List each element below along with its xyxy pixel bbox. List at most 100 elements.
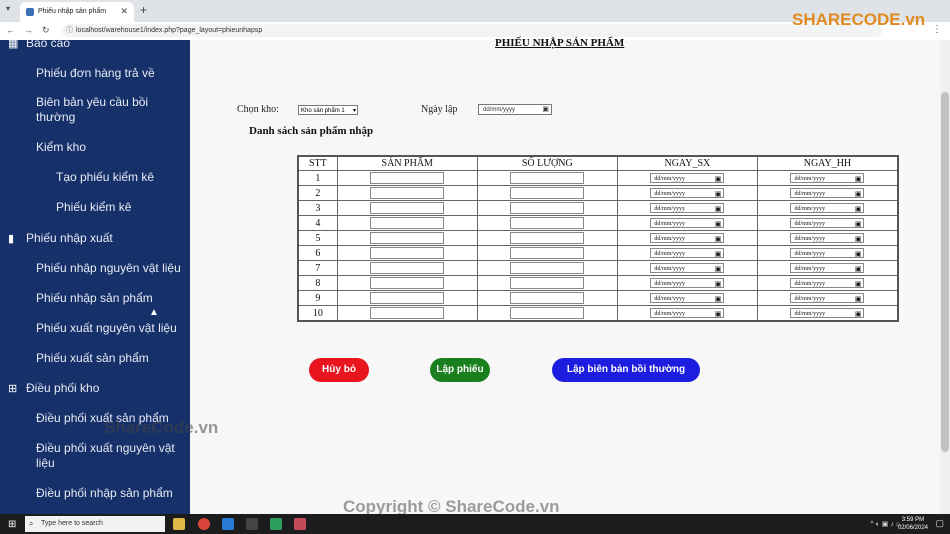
create-button[interactable]: Lập phiếu xyxy=(430,358,490,382)
browser-menu-icon[interactable]: ⋮ xyxy=(932,24,942,35)
app-icon-2[interactable] xyxy=(294,518,306,530)
warehouse-select[interactable]: Kho sản phẩm 1 ▾ xyxy=(298,105,358,115)
calendar-icon[interactable]: ▣ xyxy=(715,219,722,229)
quantity-input[interactable] xyxy=(510,187,585,199)
browser-tab[interactable]: Phiếu nhập sản phẩm ✕ xyxy=(20,2,134,22)
mfg-date-input[interactable]: dd/mm/yyyy ▣ xyxy=(650,218,725,229)
sidebar-item-phieu-xuat-nvl[interactable]: Phiếu xuất nguyên vật liệu xyxy=(36,321,177,335)
product-input[interactable] xyxy=(370,172,445,184)
page-scrollbar[interactable] xyxy=(940,40,950,514)
product-input[interactable] xyxy=(370,202,445,214)
sidebar-item-tao-phieu-kiem-ke[interactable]: Tạo phiếu kiểm kê xyxy=(56,170,154,184)
reload-icon[interactable]: ↻ xyxy=(42,25,50,36)
calendar-icon[interactable]: ▣ xyxy=(715,249,722,259)
vscode-icon[interactable] xyxy=(222,518,234,530)
sidebar-item-dieu-phoi-nhap-san-pham[interactable]: Điều phối nhập sản phẩm xyxy=(36,486,173,500)
mfg-date-input[interactable]: dd/mm/yyyy ▣ xyxy=(650,188,725,199)
mfg-date-input[interactable]: dd/mm/yyyy ▣ xyxy=(650,293,725,304)
taskbar-clock[interactable]: 3:59 PM 02/06/2024 xyxy=(898,516,928,532)
product-input[interactable] xyxy=(370,217,445,229)
mfg-date-input[interactable]: dd/mm/yyyy ▣ xyxy=(650,248,725,259)
close-tab-icon[interactable]: ✕ xyxy=(120,6,128,17)
product-input[interactable] xyxy=(370,232,445,244)
date-created-input[interactable]: dd/mm/yyyy ▣ xyxy=(478,104,552,115)
sidebar-item-phieu-kiem-ke[interactable]: Phiếu kiểm kê xyxy=(56,200,131,214)
exp-date-input[interactable]: dd/mm/yyyy ▣ xyxy=(790,308,865,319)
product-input[interactable] xyxy=(370,277,445,289)
product-input[interactable] xyxy=(370,292,445,304)
calendar-icon[interactable]: ▣ xyxy=(715,174,722,184)
calendar-icon[interactable]: ▣ xyxy=(715,189,722,199)
mfg-date-input[interactable]: dd/mm/yyyy ▣ xyxy=(650,263,725,274)
sidebar-item-phieu-xuat-san-pham[interactable]: Phiếu xuất sản phẩm xyxy=(36,351,149,365)
calendar-icon[interactable]: ▣ xyxy=(542,105,549,115)
calendar-icon[interactable]: ▣ xyxy=(715,204,722,214)
calendar-icon[interactable]: ▣ xyxy=(855,249,862,259)
tab-search-icon[interactable]: ▾ xyxy=(6,4,10,13)
quantity-input[interactable] xyxy=(510,277,585,289)
file-explorer-icon[interactable] xyxy=(173,518,185,530)
exp-date-input[interactable]: dd/mm/yyyy ▣ xyxy=(790,173,865,184)
calendar-icon[interactable]: ▣ xyxy=(715,264,722,274)
exp-date-input[interactable]: dd/mm/yyyy ▣ xyxy=(790,278,865,289)
new-tab-icon[interactable]: + xyxy=(140,3,147,17)
sidebar-item-phieu-nhap-nvl[interactable]: Phiếu nhập nguyên vật liệu xyxy=(36,261,181,275)
quantity-input[interactable] xyxy=(510,247,585,259)
product-input[interactable] xyxy=(370,307,445,319)
compensation-report-button[interactable]: Lập biên bản bồi thường xyxy=(552,358,700,382)
mfg-date-input[interactable]: dd/mm/yyyy ▣ xyxy=(650,233,725,244)
sidebar-item-bien-ban-boi-thuong[interactable]: Biên bản yêu cầu bồi thường xyxy=(36,95,176,125)
product-input[interactable] xyxy=(370,247,445,259)
taskbar-search-input[interactable]: ⌕ Type here to search xyxy=(25,516,165,532)
mfg-date-input[interactable]: dd/mm/yyyy ▣ xyxy=(650,278,725,289)
chrome-icon[interactable] xyxy=(198,518,210,530)
calendar-icon[interactable]: ▣ xyxy=(715,294,722,304)
quantity-input[interactable] xyxy=(510,292,585,304)
sidebar-item-phieu-nhap-xuat[interactable]: Phiếu nhập xuất xyxy=(26,231,113,245)
calendar-icon[interactable]: ▣ xyxy=(855,294,862,304)
quantity-input[interactable] xyxy=(510,217,585,229)
sidebar-item-bao-cao[interactable]: Báo cáo xyxy=(26,40,70,50)
exp-date-input[interactable]: dd/mm/yyyy ▣ xyxy=(790,188,865,199)
exp-date-input[interactable]: dd/mm/yyyy ▣ xyxy=(790,248,865,259)
calendar-icon[interactable]: ▣ xyxy=(855,189,862,199)
quantity-input[interactable] xyxy=(510,202,585,214)
exp-date-input[interactable]: dd/mm/yyyy ▣ xyxy=(790,263,865,274)
exp-date-input[interactable]: dd/mm/yyyy ▣ xyxy=(790,293,865,304)
system-tray-icons[interactable]: ^ ◐ ▣ ♪ ⌂ xyxy=(870,520,900,528)
mfg-date-input[interactable]: dd/mm/yyyy ▣ xyxy=(650,203,725,214)
sidebar-item-phieu-nhap-san-pham[interactable]: Phiếu nhập sản phẩm xyxy=(36,291,153,305)
exp-date-input[interactable]: dd/mm/yyyy ▣ xyxy=(790,203,865,214)
calendar-icon[interactable]: ▣ xyxy=(855,219,862,229)
calendar-icon[interactable]: ▣ xyxy=(715,309,722,319)
calendar-icon[interactable]: ▣ xyxy=(715,234,722,244)
calendar-icon[interactable]: ▣ xyxy=(855,309,862,319)
calendar-icon[interactable]: ▣ xyxy=(855,279,862,289)
url-input[interactable]: ⓘ localhost/warehouse1/index.php?page_la… xyxy=(62,24,882,37)
calendar-icon[interactable]: ▣ xyxy=(855,234,862,244)
terminal-icon[interactable] xyxy=(246,518,258,530)
sidebar-item-phieu-don-hang-tra-ve[interactable]: Phiếu đơn hàng trả về xyxy=(36,66,155,80)
windows-start-icon[interactable]: ⊞ xyxy=(8,519,16,530)
product-input[interactable] xyxy=(370,262,445,274)
mfg-date-input[interactable]: dd/mm/yyyy ▣ xyxy=(650,173,725,184)
back-icon[interactable]: ← xyxy=(6,25,15,35)
calendar-icon[interactable]: ▣ xyxy=(855,264,862,274)
calendar-icon[interactable]: ▣ xyxy=(855,204,862,214)
mfg-date-input[interactable]: dd/mm/yyyy ▣ xyxy=(650,308,725,319)
app-icon[interactable] xyxy=(270,518,282,530)
calendar-icon[interactable]: ▣ xyxy=(855,174,862,184)
site-info-icon[interactable]: ⓘ xyxy=(66,24,73,37)
calendar-icon[interactable]: ▣ xyxy=(715,279,722,289)
exp-date-input[interactable]: dd/mm/yyyy ▣ xyxy=(790,218,865,229)
forward-icon[interactable]: → xyxy=(24,25,33,35)
scrollbar-thumb[interactable] xyxy=(941,92,949,452)
notification-icon[interactable]: ▢ xyxy=(935,518,944,529)
quantity-input[interactable] xyxy=(510,172,585,184)
cancel-button[interactable]: Hủy bỏ xyxy=(309,358,369,382)
quantity-input[interactable] xyxy=(510,232,585,244)
sidebar-item-kiem-kho[interactable]: Kiểm kho xyxy=(36,140,86,154)
exp-date-input[interactable]: dd/mm/yyyy ▣ xyxy=(790,233,865,244)
quantity-input[interactable] xyxy=(510,262,585,274)
quantity-input[interactable] xyxy=(510,307,585,319)
